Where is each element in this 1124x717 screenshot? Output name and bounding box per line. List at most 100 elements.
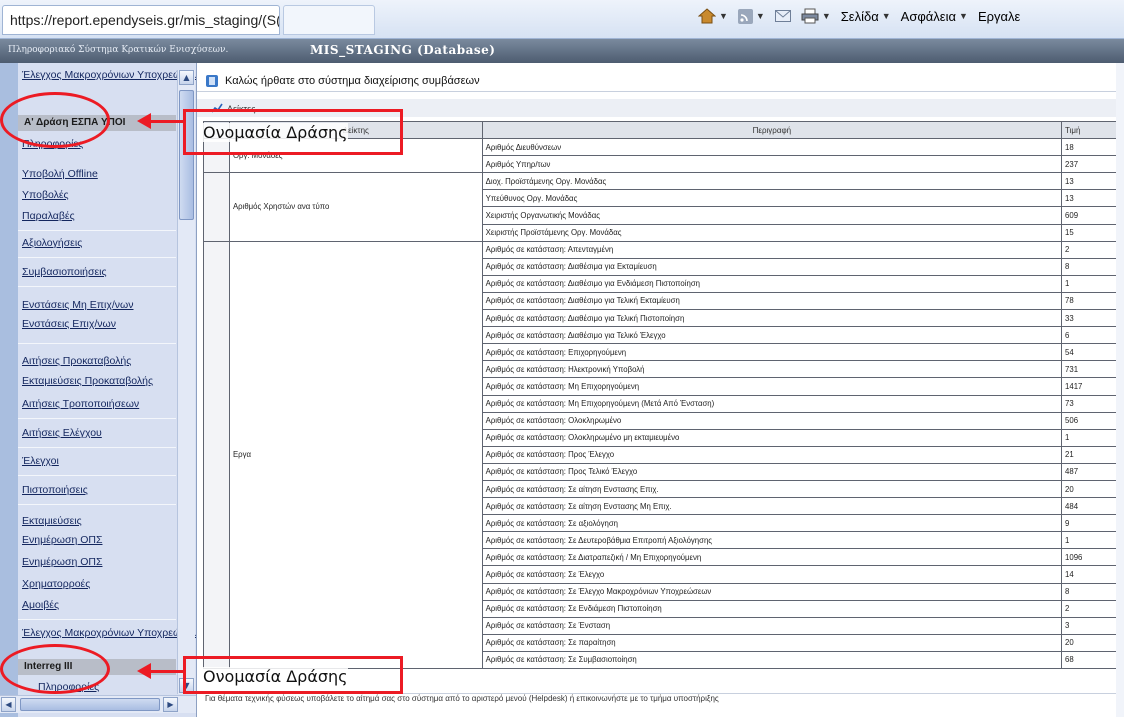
scroll-right-icon[interactable]: ▶ — [163, 697, 178, 712]
callout-label-top: Ονομασία Δράσης — [203, 123, 348, 142]
description-cell: Αριθμός σε κατάσταση: Διαθέσιμο για Τελι… — [481, 326, 1063, 345]
arrow-line-bottom — [150, 670, 184, 673]
sidebar-divider — [18, 343, 176, 344]
sidebar-item-contracts[interactable]: Συμβασιοποιήσεις — [22, 266, 107, 278]
description-cell: Χειριστής Οργανωτικής Μονάδας — [481, 206, 1063, 225]
sidebar-item-long-term-check-top[interactable]: Έλεγχος Μακροχρόνιων Υποχρεώσεων — [22, 70, 196, 81]
sidebar: Έλεγχος Μακροχρόνιων Υποχρεώσεων Α' Δράσ… — [0, 63, 197, 717]
value-cell: 20 — [1061, 479, 1124, 499]
column-header-value[interactable]: Τιμή — [1061, 120, 1124, 140]
hscroll-thumb[interactable] — [20, 698, 160, 711]
table-body: Οργ. Μονάδες Αριθμός Διευθύνσεων 18 Αριθμός… — [203, 138, 1124, 670]
sidebar-item-offline[interactable]: Υποβολή Offline — [22, 168, 98, 180]
app-header: Πληροφοριακό Σύστημα Κρατικών Ενισχύσεων… — [0, 39, 1124, 63]
sidebar-item-checks[interactable]: Έλεγχοι — [22, 455, 59, 467]
main-content: Καλώς ήρθατε στο σύστημα διαχείρισης συμ… — [197, 63, 1124, 717]
feeds-button[interactable]: ▼ — [737, 8, 765, 24]
info-book-icon — [206, 75, 218, 87]
arrow-left-icon — [137, 113, 151, 129]
menu-safety[interactable]: Ασφάλεια ▼ — [901, 9, 968, 24]
sidebar-divider — [18, 504, 176, 505]
description-cell: Χειριστής Προϊστάμενης Οργ. Μονάδας — [481, 223, 1063, 242]
value-cell: 68 — [1061, 650, 1124, 670]
indicators-table: Δείκτης Περιγραφή Τιμή Οργ. Μονάδες Αριθμ… — [203, 120, 1124, 670]
sidebar-item-disbursements[interactable]: Εκταμιεύσεις — [22, 515, 82, 527]
indicator-group-cell: Εργα — [228, 240, 483, 670]
home-button[interactable]: ▼ — [698, 8, 728, 24]
value-cell: 20 — [1061, 633, 1124, 652]
value-cell: 14 — [1061, 565, 1124, 584]
print-button[interactable]: ▼ — [801, 8, 831, 24]
sidebar-divider — [18, 619, 176, 620]
sidebar-item-ops-update-1[interactable]: Ενημέρωση ΟΠΣ — [22, 534, 102, 546]
sidebar-item-certifications[interactable]: Πιστοποιήσεις — [22, 484, 88, 496]
description-cell: Αριθμός σε κατάσταση: Προς Έλεγχο — [481, 445, 1063, 464]
description-cell: Διοχ. Προϊστάμενης Οργ. Μονάδας — [481, 172, 1063, 191]
value-cell: 9 — [1061, 514, 1124, 533]
description-cell: Αριθμός σε κατάσταση: Σε Έλεγχο — [481, 565, 1063, 584]
mail-button[interactable] — [774, 10, 791, 22]
sidebar-item-receipts[interactable]: Παραλαβές — [22, 210, 75, 222]
menu-tools[interactable]: Εργαλε — [978, 9, 1020, 24]
arrow-left-icon — [137, 663, 151, 679]
value-cell: 487 — [1061, 462, 1124, 481]
value-cell: 2 — [1061, 599, 1124, 618]
chevron-down-icon: ▼ — [755, 11, 765, 21]
description-cell: Υπεύθυνος Οργ. Μονάδας — [481, 189, 1063, 208]
rss-icon — [737, 8, 753, 24]
sidebar-item-advance-disbursements[interactable]: Εκταμιεύσεις Προκαταβολής — [22, 375, 153, 387]
value-cell: 506 — [1061, 411, 1124, 430]
description-cell: Αριθμός σε κατάσταση: Σε Συμβασιοποίηση — [481, 650, 1063, 670]
sidebar-item-objections-nonfunded[interactable]: Ενστάσεις Μη Επιχ/νων — [22, 299, 134, 311]
sidebar-item-objections-funded[interactable]: Ενστάσεις Επιχ/νων — [22, 318, 116, 330]
window-edge — [1116, 63, 1124, 717]
sidebar-horizontal-scrollbar[interactable]: ◀ ▶ — [0, 695, 196, 713]
description-cell: Αριθμός σε κατάσταση: Διαθέσιμο για Τελι… — [481, 309, 1063, 328]
sidebar-item-advance-requests[interactable]: Αιτήσεις Προκαταβολής — [22, 355, 131, 367]
sidebar-item-cashflows[interactable]: Χρηματορροές — [22, 578, 90, 590]
value-cell: 1096 — [1061, 548, 1124, 567]
value-cell: 21 — [1061, 445, 1124, 464]
description-cell: Αριθμός σε κατάσταση: Σε Διατραπεζική / … — [481, 548, 1063, 567]
value-cell: 3 — [1061, 616, 1124, 635]
description-cell: Αριθμός σε κατάσταση: Προς Τελικό Έλεγχο — [481, 462, 1063, 481]
browser-tab[interactable]: https://report.ependyseis.gr/mis_staging… — [2, 5, 280, 35]
description-cell: Αριθμός σε κατάσταση: Σε παραίτηση — [481, 633, 1063, 652]
value-cell: 6 — [1061, 326, 1124, 345]
value-cell: 8 — [1061, 257, 1124, 276]
arrow-line-top — [150, 120, 184, 123]
helpdesk-footer: Για θέματα τεχνικής φύσεως υποβάλετε το … — [197, 693, 1124, 707]
sidebar-divider — [18, 257, 176, 258]
sidebar-item-ops-update-2[interactable]: Ενημέρωση ΟΠΣ — [22, 556, 102, 568]
sidebar-item-evaluations[interactable]: Αξιολογήσεις — [22, 237, 82, 249]
value-cell: 15 — [1061, 223, 1124, 242]
description-cell: Αριθμός Διευθύνσεων — [481, 138, 1063, 157]
chevron-down-icon: ▼ — [881, 11, 891, 21]
sidebar-item-modification-requests[interactable]: Αιτήσεις Τροποποιήσεων — [22, 398, 139, 410]
table-row: Εργα Αριθμός σε κατάσταση: Απενταγμένη 2 — [203, 240, 1124, 670]
row-selector[interactable] — [203, 240, 230, 670]
sidebar-vertical-scrollbar[interactable]: ▲ ▼ — [177, 70, 195, 694]
sidebar-item-long-term-check[interactable]: Έλεγχος Μακροχρόνιων Υποχρεώσεων — [22, 628, 196, 639]
sidebar-item-submissions[interactable]: Υποβολές — [22, 189, 69, 201]
chevron-down-icon: ▼ — [959, 11, 968, 21]
value-cell: 13 — [1061, 189, 1124, 208]
value-cell: 73 — [1061, 394, 1124, 413]
scroll-up-icon[interactable]: ▲ — [179, 70, 194, 85]
sidebar-item-check-requests[interactable]: Αιτήσεις Ελέγχου — [22, 427, 102, 439]
value-cell: 54 — [1061, 343, 1124, 362]
row-selector[interactable] — [203, 172, 230, 242]
menu-page[interactable]: Σελίδα ▼ — [841, 9, 891, 24]
description-cell: Αριθμός σε κατάσταση: Διαθέσιμο για Ενδι… — [481, 274, 1063, 293]
scroll-left-icon[interactable]: ◀ — [1, 697, 16, 712]
value-cell: 484 — [1061, 497, 1124, 516]
menu-page-label: Σελίδα — [840, 8, 879, 24]
indicator-group-cell: Αριθμός Χρηστών ανα τύπο — [228, 172, 483, 242]
new-tab-button[interactable] — [283, 5, 375, 35]
column-header-description[interactable]: Περιγραφή — [481, 120, 1063, 140]
system-name: Πληροφοριακό Σύστημα Κρατικών Ενισχύσεων… — [8, 45, 229, 55]
welcome-text: Καλώς ήρθατε στο σύστημα διαχείρισης συμ… — [225, 75, 480, 87]
printer-icon — [801, 8, 819, 24]
description-cell: Αριθμός σε κατάσταση: Σε αίτηση Ενστασης… — [481, 497, 1063, 516]
sidebar-item-fees[interactable]: Αμοιβές — [22, 599, 59, 611]
